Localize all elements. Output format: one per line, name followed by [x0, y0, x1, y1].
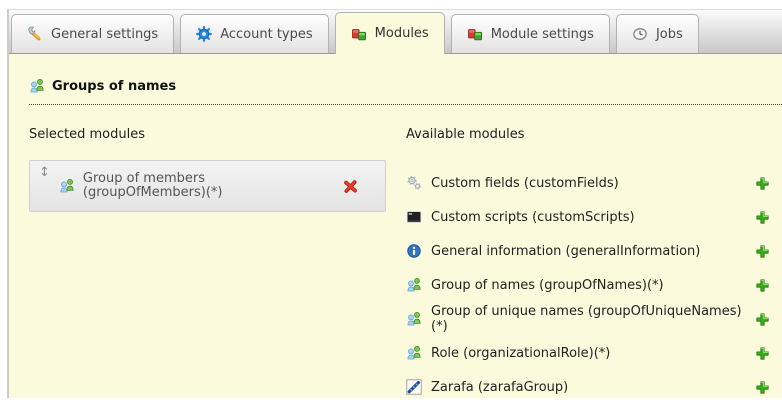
group-icon — [406, 345, 422, 361]
clock-icon — [632, 26, 648, 42]
selected-modules-column: Selected modules ↕ Group of members (grou… — [29, 117, 406, 398]
group-icon — [406, 311, 422, 327]
selected-modules-list: ↕ Group of members (groupOfMembers)(*) — [29, 160, 406, 212]
group-icon — [29, 78, 45, 94]
tab-label: Jobs — [656, 27, 683, 42]
available-modules-column: Available modules Custom fields (customF… — [406, 117, 782, 398]
zarafa-icon — [406, 379, 422, 395]
add-module-icon[interactable] — [755, 244, 770, 259]
settings-panel: General settings Account types Modules Modu… — [7, 9, 782, 398]
selected-module-label: Group of members (groupOfMembers)(*) — [83, 172, 288, 200]
tab-label: Module settings — [491, 27, 594, 42]
tab-module-settings[interactable]: Module settings — [451, 14, 610, 54]
available-modules-list: Custom fields (customFields) Custom scrip… — [406, 166, 770, 398]
custom-fields-icon — [406, 175, 422, 191]
tab-bar: General settings Account types Modules Modu… — [9, 9, 782, 54]
available-module-label: Group of unique names (groupOfUniqueName… — [431, 304, 746, 334]
drag-handle-icon[interactable]: ↕ — [30, 161, 57, 180]
tab-content: Groups of names Selected modules ↕ Group … — [9, 54, 782, 398]
wrench-icon — [27, 26, 43, 42]
available-module-label: General information (generalInformation) — [431, 244, 700, 259]
tab-jobs[interactable]: Jobs — [616, 14, 699, 54]
tab-label: General settings — [51, 27, 158, 42]
available-module-row: Group of names (groupOfNames)(*) — [406, 268, 770, 302]
available-module-row: General information (generalInformation) — [406, 234, 770, 268]
modules-icon — [351, 26, 367, 42]
available-module-row: Custom fields (customFields) — [406, 166, 770, 200]
selected-modules-label: Selected modules — [29, 117, 406, 142]
available-modules-label: Available modules — [406, 117, 770, 142]
add-module-icon[interactable] — [755, 210, 770, 225]
tab-account-types[interactable]: Account types — [180, 14, 328, 54]
section-title: Groups of names — [52, 79, 176, 94]
available-module-row: Group of unique names (groupOfUniqueName… — [406, 302, 770, 336]
delete-module-icon[interactable] — [342, 178, 359, 195]
add-module-icon[interactable] — [755, 346, 770, 361]
add-module-icon[interactable] — [755, 278, 770, 293]
group-icon — [406, 277, 422, 293]
info-icon — [406, 243, 422, 259]
available-module-label: Custom scripts (customScripts) — [431, 210, 635, 225]
available-module-row: Zarafa (zarafaGroup) — [406, 370, 770, 398]
tab-label: Modules — [375, 26, 429, 41]
available-module-label: Custom fields (customFields) — [431, 176, 619, 191]
available-module-row: Custom scripts (customScripts) — [406, 200, 770, 234]
available-module-label: Group of names (groupOfNames)(*) — [431, 278, 664, 293]
selected-module-item: ↕ Group of members (groupOfMembers)(*) — [29, 160, 386, 212]
tab-general-settings[interactable]: General settings — [11, 14, 174, 54]
available-module-label: Role (organizationalRole)(*) — [431, 346, 610, 361]
modules-columns: Selected modules ↕ Group of members (grou… — [29, 117, 782, 398]
modules-icon — [467, 26, 483, 42]
add-module-icon[interactable] — [755, 176, 770, 191]
section-heading: Groups of names — [29, 54, 782, 105]
custom-scripts-icon — [406, 209, 422, 225]
account-types-icon — [196, 26, 212, 42]
add-module-icon[interactable] — [755, 312, 770, 327]
tab-modules[interactable]: Modules — [335, 12, 445, 54]
add-module-icon[interactable] — [755, 380, 770, 395]
group-icon — [59, 178, 75, 194]
tab-label: Account types — [220, 27, 312, 42]
available-module-row: Role (organizationalRole)(*) — [406, 336, 770, 370]
available-module-label: Zarafa (zarafaGroup) — [431, 380, 568, 395]
